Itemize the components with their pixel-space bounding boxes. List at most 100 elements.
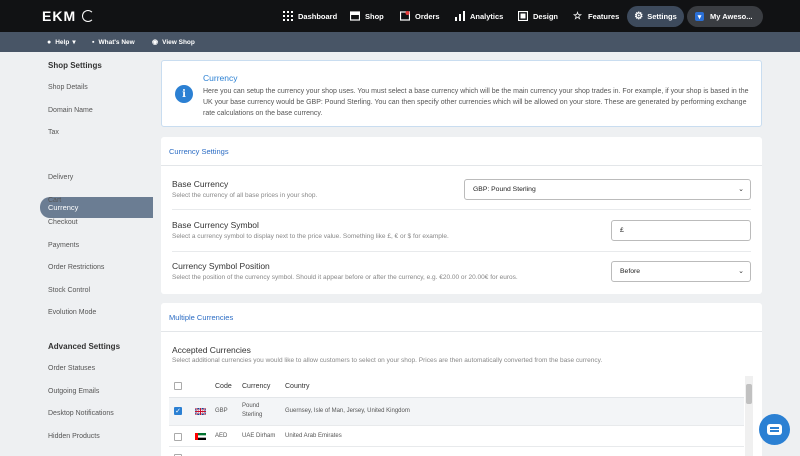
info-text: Here you can setup the currency your sho…	[203, 88, 749, 117]
table-scrollbar[interactable]	[745, 376, 753, 456]
symbol-position-select[interactable]: Before ⌄	[611, 261, 751, 282]
scrollbar-thumb[interactable]	[746, 384, 752, 404]
sidebar-item-cart[interactable]: Cart	[48, 197, 61, 204]
row-currency: Pound	[242, 403, 260, 409]
row-country: United Arab Emirates	[285, 433, 342, 439]
advanced-settings-heading: Advanced Settings	[48, 342, 121, 351]
top-navigation: EKM Dashboard Shop Orders Analytics Desi…	[0, 0, 800, 32]
row-checkbox[interactable]: ✓	[174, 407, 182, 415]
whats-new-label: What's New	[98, 38, 135, 46]
currency-symbol-label: Base Currency Symbol	[172, 220, 259, 230]
select-all-checkbox[interactable]	[174, 382, 182, 390]
card-divider	[161, 165, 762, 166]
row-checkbox[interactable]	[174, 433, 182, 441]
nav-orders-label: Orders	[415, 11, 440, 21]
nav-analytics[interactable]: Analytics	[454, 0, 503, 32]
sidebar-item-hidden-products[interactable]: Hidden Products	[48, 433, 100, 440]
sidebar-item-stock-control[interactable]: Stock Control	[48, 287, 90, 294]
nav-features-label: Features	[588, 11, 620, 21]
eye-icon: ◉	[152, 39, 159, 46]
symbol-position-desc: Select the position of the currency symb…	[172, 274, 518, 281]
currencies-table: Code Currency Country ✓ GBP Pound Sterli…	[169, 376, 753, 456]
sidebar-item-payments[interactable]: Payments	[48, 242, 79, 249]
symbol-position-value: Before	[620, 268, 641, 275]
help-label: Help	[55, 38, 70, 46]
chat-bubble-icon	[767, 424, 782, 435]
currency-symbol-desc: Select a currency symbol to display next…	[172, 233, 449, 240]
ekm-logo[interactable]: EKM	[42, 7, 95, 25]
star-icon: ☆	[573, 10, 582, 22]
row-code: GBP	[215, 408, 228, 414]
accepted-currencies-desc: Select additional currencies you would l…	[172, 357, 603, 364]
shop-settings-heading: Shop Settings	[48, 61, 102, 70]
settings-sidebar: Shop Settings Shop Details Domain Name T…	[0, 52, 155, 456]
uae-flag-icon	[195, 433, 206, 440]
currency-symbol-input[interactable]: £	[611, 220, 751, 241]
base-currency-desc: Select the currency of all base prices i…	[172, 192, 318, 199]
nav-shop-label: Shop	[365, 11, 384, 21]
sidebar-item-delivery[interactable]: Delivery	[48, 174, 73, 181]
sync-icon[interactable]	[82, 10, 95, 22]
gift-icon: ▪	[92, 38, 95, 46]
currency-info-panel: i Currency Here you can setup the curren…	[161, 60, 762, 127]
nav-analytics-label: Analytics	[470, 11, 504, 21]
sidebar-item-evolution-mode[interactable]: Evolution Mode	[48, 309, 96, 316]
sidebar-item-domain-name[interactable]: Domain Name	[48, 107, 93, 114]
currency-settings-title: Currency Settings	[169, 147, 229, 156]
design-icon	[517, 11, 528, 22]
nav-shop[interactable]: Shop	[349, 0, 384, 32]
sidebar-item-outgoing-emails[interactable]: Outgoing Emails	[48, 388, 99, 395]
row-currency: UAE Dirham	[242, 433, 276, 439]
nav-features[interactable]: ☆ Features	[572, 0, 619, 32]
view-shop-label: View Shop	[162, 38, 195, 46]
logo-text: EKM	[42, 8, 77, 24]
sidebar-item-desktop-notifications[interactable]: Desktop Notifications	[48, 410, 114, 417]
whats-new-link[interactable]: ▪ What's New	[92, 32, 135, 52]
nav-dashboard-label: Dashboard	[298, 11, 338, 21]
sidebar-item-checkout[interactable]: Checkout	[48, 219, 78, 226]
table-row[interactable]: AED UAE Dirham United Arab Emirates	[169, 425, 744, 446]
nav-settings-label: Settings	[647, 12, 677, 21]
base-currency-select[interactable]: GBP: Pound Sterling ⌄	[464, 179, 751, 200]
currency-settings-card: Currency Settings Base Currency Select t…	[161, 137, 762, 294]
shop-icon	[349, 11, 360, 22]
gear-icon: ⚙	[634, 11, 644, 22]
view-shop-link[interactable]: ◉ View Shop	[152, 32, 195, 52]
chevron-down-icon: ⌄	[738, 268, 744, 275]
accepted-currencies-label: Accepted Currencies	[172, 345, 251, 355]
card-divider	[161, 331, 762, 332]
secondary-navigation: ● Help ▾ ▪ What's New ◉ View Shop	[0, 32, 800, 52]
currency-symbol-value: £	[620, 227, 624, 234]
base-currency-value: GBP: Pound Sterling	[473, 186, 536, 193]
column-header-currency: Currency	[242, 383, 271, 390]
sidebar-item-tax[interactable]: Tax	[48, 129, 59, 136]
symbol-position-label: Currency Symbol Position	[172, 261, 270, 271]
table-row[interactable]	[169, 446, 744, 456]
row-divider	[172, 251, 751, 252]
row-country: Guernsey, Isle of Man, Jersey, United Ki…	[285, 408, 410, 414]
nav-design[interactable]: Design	[517, 0, 558, 32]
orders-icon	[399, 11, 410, 22]
row-code: AED	[215, 433, 228, 439]
chevron-down-icon: ⌄	[738, 186, 744, 193]
column-header-country: Country	[285, 383, 310, 390]
cart-icon: ▾	[695, 12, 704, 21]
shop-switcher-button[interactable]: ▾ My Aweso...	[687, 6, 763, 27]
nav-settings[interactable]: ⚙ Settings	[627, 6, 684, 27]
shop-switcher-label: My Aweso...	[710, 12, 753, 21]
sidebar-item-order-restrictions[interactable]: Order Restrictions	[48, 264, 104, 271]
sidebar-item-order-statuses[interactable]: Order Statuses	[48, 365, 95, 372]
table-row[interactable]: ✓ GBP Pound Sterling Guernsey, Isle of M…	[169, 398, 744, 425]
chat-button[interactable]	[759, 414, 790, 445]
info-title: Currency	[203, 73, 238, 83]
sidebar-item-shop-details[interactable]: Shop Details	[48, 84, 88, 91]
row-currency-cont: Sterling	[242, 412, 263, 418]
nav-orders[interactable]: Orders	[399, 0, 440, 32]
grid-icon	[282, 11, 293, 22]
nav-dashboard[interactable]: Dashboard	[282, 0, 337, 32]
analytics-icon	[454, 11, 465, 22]
base-currency-label: Base Currency	[172, 179, 229, 189]
nav-design-label: Design	[533, 11, 559, 21]
help-menu[interactable]: ● Help ▾	[47, 32, 76, 52]
row-divider	[172, 209, 751, 210]
